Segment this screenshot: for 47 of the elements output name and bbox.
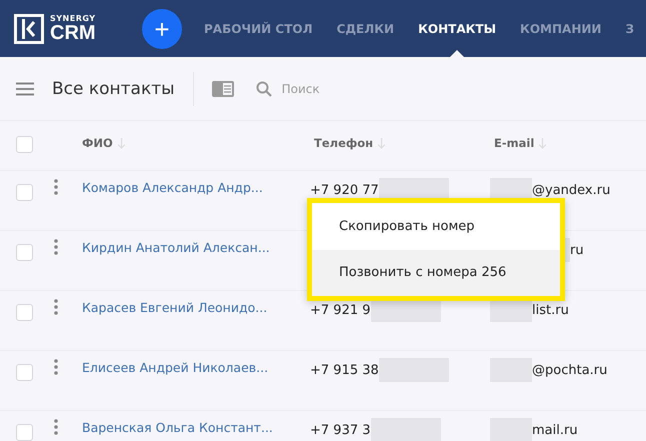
email-text: ru xyxy=(570,242,584,258)
column-header[interactable]: E-mail xyxy=(494,136,534,150)
nav-tab[interactable]: КОНТАКТЫ xyxy=(406,0,508,57)
more-icon[interactable] xyxy=(54,299,58,315)
page-title: Все контакты xyxy=(52,78,175,98)
nav-tab[interactable]: СДЕЛКИ xyxy=(324,0,406,57)
select-all-checkbox[interactable] xyxy=(16,136,33,153)
contact-name-link[interactable]: Кирдин Анатолий Алексан... xyxy=(82,240,270,255)
row-checkbox[interactable] xyxy=(16,424,33,441)
contact-name-link[interactable]: Варенская Ольга Констант... xyxy=(82,420,273,435)
row-checkbox[interactable] xyxy=(16,244,33,261)
nav-tab[interactable]: КОМПАНИИ xyxy=(508,0,614,57)
column-header[interactable]: Телефон xyxy=(314,136,374,150)
search-field[interactable]: Поиск xyxy=(280,80,404,96)
row-checkbox[interactable] xyxy=(16,184,33,201)
more-icon[interactable] xyxy=(54,179,58,195)
row-checkbox[interactable] xyxy=(16,364,33,381)
email-text: @yandex.ru xyxy=(532,182,610,198)
more-icon[interactable] xyxy=(54,359,58,375)
nav-tab[interactable]: З xyxy=(613,0,646,57)
contact-name-link[interactable]: Елисеев Андрей Николаев... xyxy=(82,360,268,375)
email-text: @pochta.ru xyxy=(532,362,608,378)
phone-text: +7 921 9 xyxy=(310,302,371,318)
sort-arrow-icon[interactable] xyxy=(377,138,386,148)
menu-item[interactable]: Позвонить с номера 256 xyxy=(312,250,560,296)
phone-text: +7 937 3 xyxy=(310,422,371,438)
column-header[interactable]: ФИО xyxy=(82,136,113,150)
sort-arrow-icon[interactable] xyxy=(116,138,126,148)
menu-item[interactable]: Скопировать номер xyxy=(312,203,560,250)
phone-text: +7 920 77 xyxy=(310,182,379,198)
more-icon[interactable] xyxy=(54,419,58,435)
sidebar-toggle-icon[interactable] xyxy=(212,80,234,96)
email-text: mail.ru xyxy=(532,422,578,438)
logo-icon xyxy=(14,14,44,44)
logo-text: SYNERGY xyxy=(50,14,96,22)
menu-icon[interactable] xyxy=(16,82,34,96)
logo-title: CRM xyxy=(50,22,96,42)
phone-text: +7 915 38 xyxy=(310,362,379,378)
more-icon[interactable] xyxy=(54,239,58,255)
add-button[interactable]: + xyxy=(142,8,182,48)
search-icon[interactable] xyxy=(256,80,272,96)
nav-tab[interactable]: РАБОЧИЙ СТОЛ xyxy=(192,0,325,57)
contact-name-link[interactable]: Карасев Евгений Леонидо... xyxy=(82,300,268,315)
row-checkbox[interactable] xyxy=(16,304,33,321)
sort-arrow-icon[interactable] xyxy=(538,138,548,148)
contact-name-link[interactable]: Комаров Александр Андр... xyxy=(82,180,263,195)
email-text: list.ru xyxy=(532,302,569,318)
